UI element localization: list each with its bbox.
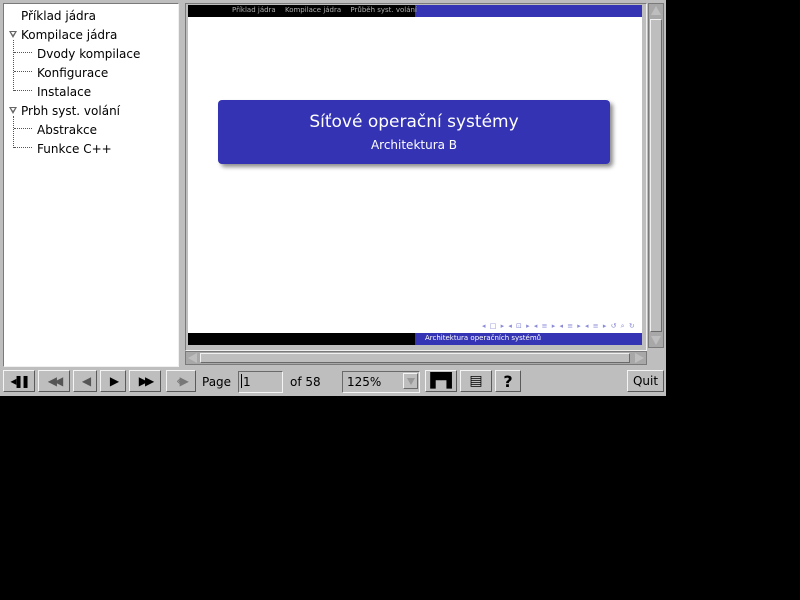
last-page-icon: ▶▶ — [138, 374, 155, 388]
slide-subtitle: Architektura B — [370, 138, 458, 152]
scroll-down-arrow-icon[interactable] — [651, 336, 661, 345]
presentation-toggle-button[interactable]: ◂❚❚ — [3, 370, 35, 392]
last-page-button[interactable]: ▶▶ — [129, 370, 161, 392]
outline-item-prbh-syst-volani[interactable]: Prbh syst. volání — [21, 104, 120, 118]
beamer-navigation-symbols[interactable]: ◂ □ ▸ ◂ ⊡ ▸ ◂ ≡ ▸ ◂ ≡ ▸ ◂ ≡ ▸ ↺ ⌕ ↻ — [482, 322, 636, 331]
horizontal-scrollbar[interactable] — [185, 351, 647, 365]
slide-section-nav: Příklad jádra Kompilace jádra Průběh sys… — [232, 6, 424, 14]
tree-line — [14, 71, 32, 72]
slide-footer-bar: Architektura operačních systémů — [188, 333, 642, 345]
outline-item-konfigurace[interactable]: Konfigurace — [37, 66, 108, 80]
tree-line — [14, 90, 32, 91]
find-icon: ▛▜ — [430, 373, 452, 389]
scroll-up-arrow-icon[interactable] — [651, 6, 661, 15]
outline-item-kompilace-jadra[interactable]: Kompilace jádra — [21, 28, 117, 42]
tree-line — [14, 147, 32, 148]
slide-header-bar: Příklad jádra Kompilace jádra Průběh sys… — [188, 5, 642, 17]
tree-line — [13, 40, 14, 91]
tree-line — [13, 116, 14, 148]
chevron-down-icon[interactable] — [403, 373, 418, 389]
outline-panel: Příklad jádra Kompilace jádra Dvody komp… — [3, 3, 179, 367]
help-button[interactable]: ? — [495, 370, 521, 392]
vertical-scroll-thumb[interactable] — [650, 19, 662, 332]
first-page-button[interactable]: ◀◀ — [38, 370, 70, 392]
horizontal-scroll-thumb[interactable] — [200, 353, 630, 363]
slide-header-accent — [415, 5, 642, 17]
vertical-scrollbar[interactable] — [648, 3, 664, 348]
collapse-triangle-icon[interactable] — [9, 107, 17, 114]
slide-title-box: Síťové operační systémy Architektura B — [218, 100, 610, 164]
help-icon: ? — [503, 371, 513, 391]
page-label: Page — [202, 375, 232, 389]
page-number-input[interactable]: 1 — [238, 371, 283, 393]
page-total: of 58 — [290, 375, 321, 389]
print-button[interactable]: ▤ — [460, 370, 492, 392]
tree-line — [14, 128, 32, 129]
play-pause-icon: ◂❚❚ — [10, 374, 30, 388]
history-back-icon: ‹‹▶ — [176, 374, 189, 388]
text-caret — [241, 374, 242, 388]
scroll-left-arrow-icon[interactable] — [188, 353, 197, 363]
section-link[interactable]: Kompilace jádra — [285, 6, 341, 14]
section-link[interactable]: Příklad jádra — [232, 6, 276, 14]
first-page-icon: ◀◀ — [47, 374, 64, 388]
pdf-viewer-window: Příklad jádra Kompilace jádra Dvody komp… — [0, 0, 666, 396]
next-page-button[interactable]: ▶ — [100, 370, 126, 392]
history-back-button[interactable]: ‹‹▶ — [166, 370, 196, 392]
outline-item-instalace[interactable]: Instalace — [37, 85, 91, 99]
outline-item-priklad-jadra[interactable]: Příklad jádra — [21, 9, 96, 23]
next-page-icon: ▶ — [109, 374, 119, 388]
slide-page[interactable]: Příklad jádra Kompilace jádra Průběh sys… — [188, 5, 642, 345]
slide-title: Síťové operační systémy — [309, 112, 519, 132]
scroll-right-arrow-icon[interactable] — [635, 353, 644, 363]
quit-button[interactable]: Quit — [627, 370, 664, 392]
prev-page-icon: ◀ — [81, 374, 91, 388]
section-link[interactable]: Průběh syst. volání — [350, 6, 417, 14]
prev-page-button[interactable]: ◀ — [73, 370, 97, 392]
outline-item-dvody-kompilace[interactable]: Dvody kompilace — [37, 47, 140, 61]
find-button[interactable]: ▛▜ — [425, 370, 457, 392]
print-icon: ▤ — [469, 373, 483, 389]
outline-item-funkce-cpp[interactable]: Funkce C++ — [37, 142, 112, 156]
tree-line — [14, 52, 32, 53]
collapse-triangle-icon[interactable] — [9, 31, 17, 38]
outline-item-abstrakce[interactable]: Abstrakce — [37, 123, 97, 137]
slide-footer-label: Architektura operačních systémů — [425, 334, 542, 342]
